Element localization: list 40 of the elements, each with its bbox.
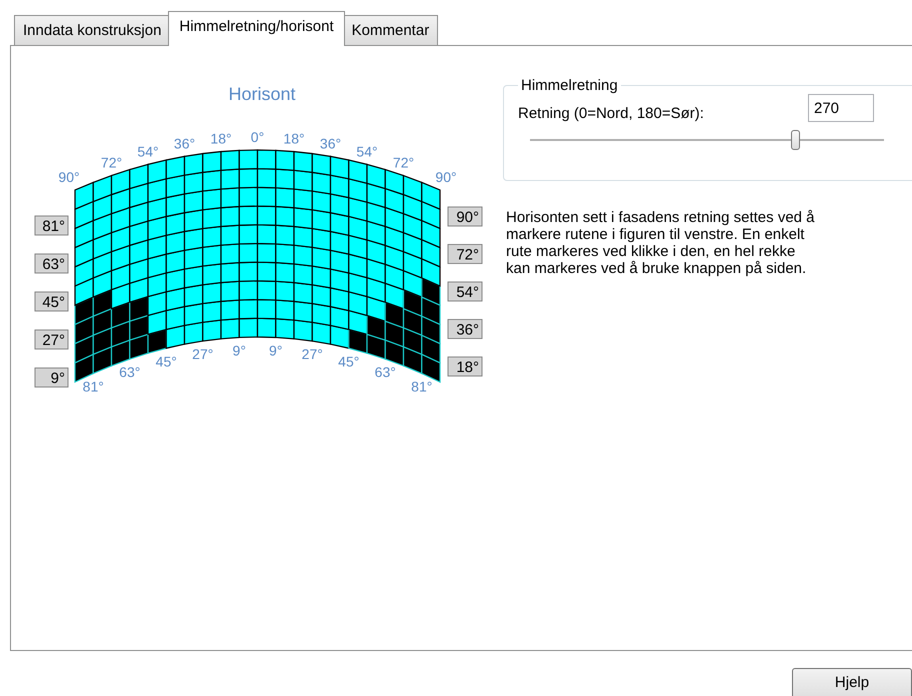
row-button[interactable]: 90° bbox=[448, 206, 482, 226]
angle-label: 72° bbox=[392, 154, 414, 171]
angle-label: 27° bbox=[192, 346, 214, 362]
angle-label: 36° bbox=[320, 135, 342, 152]
angle-label: 36° bbox=[174, 135, 196, 152]
row-button[interactable]: 81° bbox=[34, 216, 68, 236]
row-button[interactable]: 36° bbox=[448, 319, 482, 339]
angle-label: 72° bbox=[100, 154, 122, 171]
row-button[interactable]: 45° bbox=[34, 292, 68, 312]
direction-label: Retning (0=Nord, 180=Sør): bbox=[518, 104, 705, 122]
angle-label: 81° bbox=[82, 378, 104, 394]
angle-label: 0° bbox=[250, 129, 264, 145]
angle-label: 54° bbox=[137, 143, 159, 160]
help-button[interactable]: Hjelp bbox=[792, 668, 912, 696]
row-button[interactable]: 18° bbox=[448, 356, 482, 376]
row-button[interactable]: 54° bbox=[448, 282, 482, 302]
angle-label: 90° bbox=[58, 169, 80, 185]
angle-label: 45° bbox=[338, 353, 360, 370]
tab[interactable]: Kommentar bbox=[342, 15, 438, 45]
row-button[interactable]: 9° bbox=[34, 368, 68, 388]
chart-title: Horisont bbox=[228, 84, 296, 104]
angle-label: 90° bbox=[435, 169, 457, 185]
row-button[interactable]: 72° bbox=[448, 244, 482, 264]
angle-label: 63° bbox=[119, 364, 140, 380]
angle-label: 54° bbox=[356, 143, 378, 160]
angle-label: 81° bbox=[411, 378, 432, 394]
description-text: Horisonten sett i fasadens retning settes ved å markere rutene i figuren til venstre. En enkelt rute markeres ved klikke i den, en hel rekke kan markeres ved å bruke knappen på siden. bbox=[506, 209, 816, 277]
row-button[interactable]: 27° bbox=[34, 330, 68, 350]
tab[interactable]: Himmelretning/horisont bbox=[168, 11, 345, 46]
angle-label: 18° bbox=[283, 130, 305, 147]
angle-label: 9° bbox=[269, 342, 282, 358]
row-button[interactable]: 63° bbox=[34, 254, 68, 274]
group-title: Himmelretning bbox=[520, 77, 619, 94]
angle-label: 9° bbox=[232, 342, 246, 358]
angle-label: 27° bbox=[302, 346, 323, 362]
angle-label: 45° bbox=[156, 353, 177, 370]
tab[interactable]: Inndata konstruksjon bbox=[14, 15, 170, 45]
angle-label: 18° bbox=[210, 130, 232, 147]
direction-input[interactable]: 270 bbox=[808, 94, 874, 122]
angle-label: 63° bbox=[374, 364, 396, 380]
